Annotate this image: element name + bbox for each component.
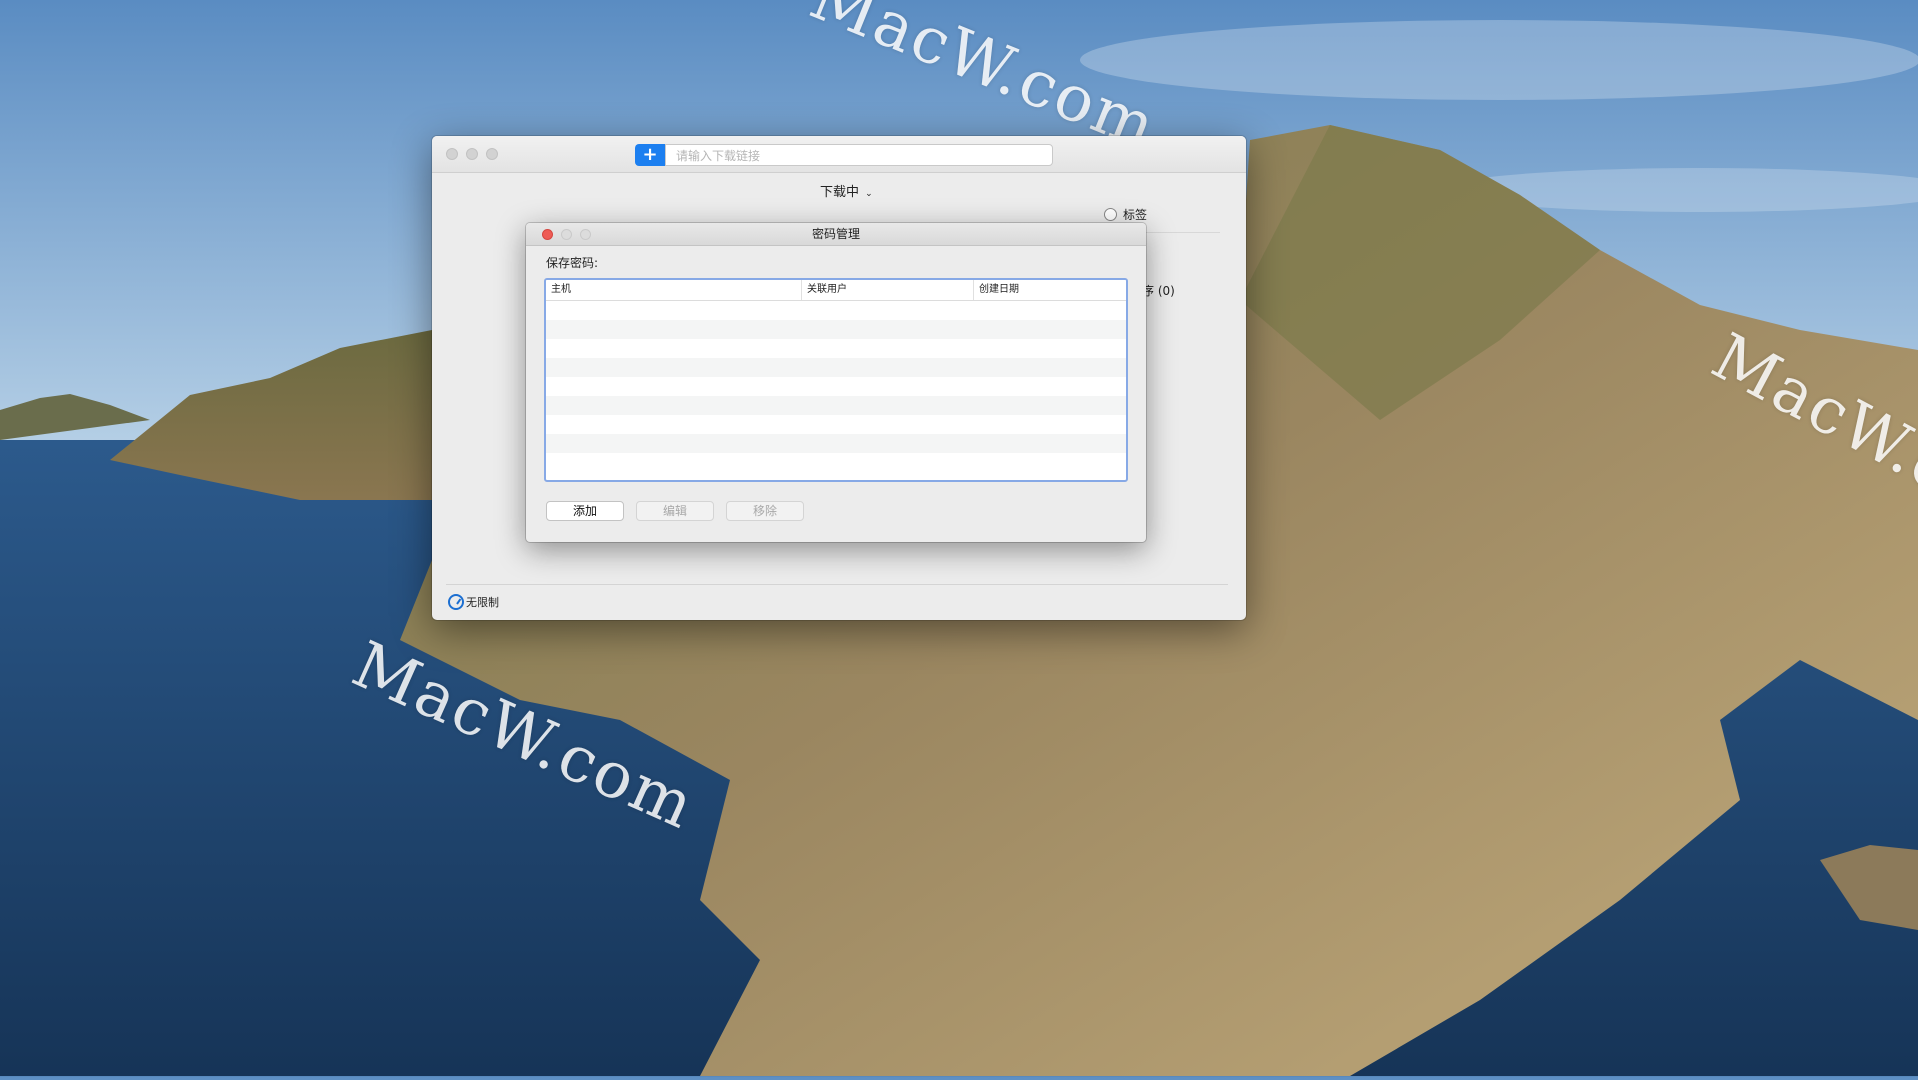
close-button[interactable] (542, 229, 553, 240)
tags-label: 标签 (1123, 208, 1148, 222)
table-row[interactable] (546, 358, 1126, 377)
table-row[interactable] (546, 377, 1126, 396)
table-header: 主机 关联用户 创建日期 (546, 280, 1126, 301)
column-header-user[interactable]: 关联用户 (802, 280, 974, 300)
speedometer-icon (448, 594, 464, 610)
add-download-button[interactable]: + (635, 144, 665, 166)
table-row[interactable] (546, 453, 1126, 472)
tags-header[interactable]: 标签 (1104, 206, 1147, 223)
status-filter-label: 下载中 (820, 185, 860, 200)
remove-password-button[interactable]: 移除 (726, 501, 804, 521)
minimize-button[interactable] (466, 148, 478, 160)
window-titlebar: + (432, 136, 1246, 173)
table-row[interactable] (546, 339, 1126, 358)
close-button[interactable] (446, 148, 458, 160)
minimize-button (561, 229, 572, 240)
table-row[interactable] (546, 301, 1126, 320)
zoom-button[interactable] (486, 148, 498, 160)
table-row[interactable] (546, 434, 1126, 453)
passwords-table[interactable]: 主机 关联用户 创建日期 (544, 278, 1128, 482)
status-filter-dropdown[interactable]: 下载中 ⌄ (820, 181, 873, 200)
chevron-down-icon: ⌄ (865, 189, 873, 199)
dialog-titlebar: 密码管理 (526, 223, 1146, 246)
column-header-date[interactable]: 创建日期 (974, 280, 1126, 300)
dialog-title: 密码管理 (811, 227, 860, 241)
tag-item-fragment[interactable]: 序 (0) (1142, 282, 1175, 299)
footer-divider (446, 584, 1228, 585)
download-url-input[interactable] (666, 146, 1052, 166)
add-password-button[interactable]: 添加 (546, 501, 624, 521)
table-row[interactable] (546, 320, 1126, 339)
password-manager-dialog: 密码管理 保存密码: 主机 关联用户 创建日期 添加 编辑 移除 (526, 223, 1146, 542)
column-header-host[interactable]: 主机 (546, 280, 802, 300)
url-field[interactable] (665, 144, 1053, 166)
table-row[interactable] (546, 396, 1126, 415)
speed-limit-label: 无限制 (466, 596, 499, 609)
speed-limit-indicator[interactable]: 无限制 (448, 594, 499, 610)
tags-radio[interactable] (1104, 208, 1117, 221)
saved-passwords-label: 保存密码: (546, 256, 599, 270)
zoom-button (580, 229, 591, 240)
edit-password-button[interactable]: 编辑 (636, 501, 714, 521)
table-row[interactable] (546, 415, 1126, 434)
